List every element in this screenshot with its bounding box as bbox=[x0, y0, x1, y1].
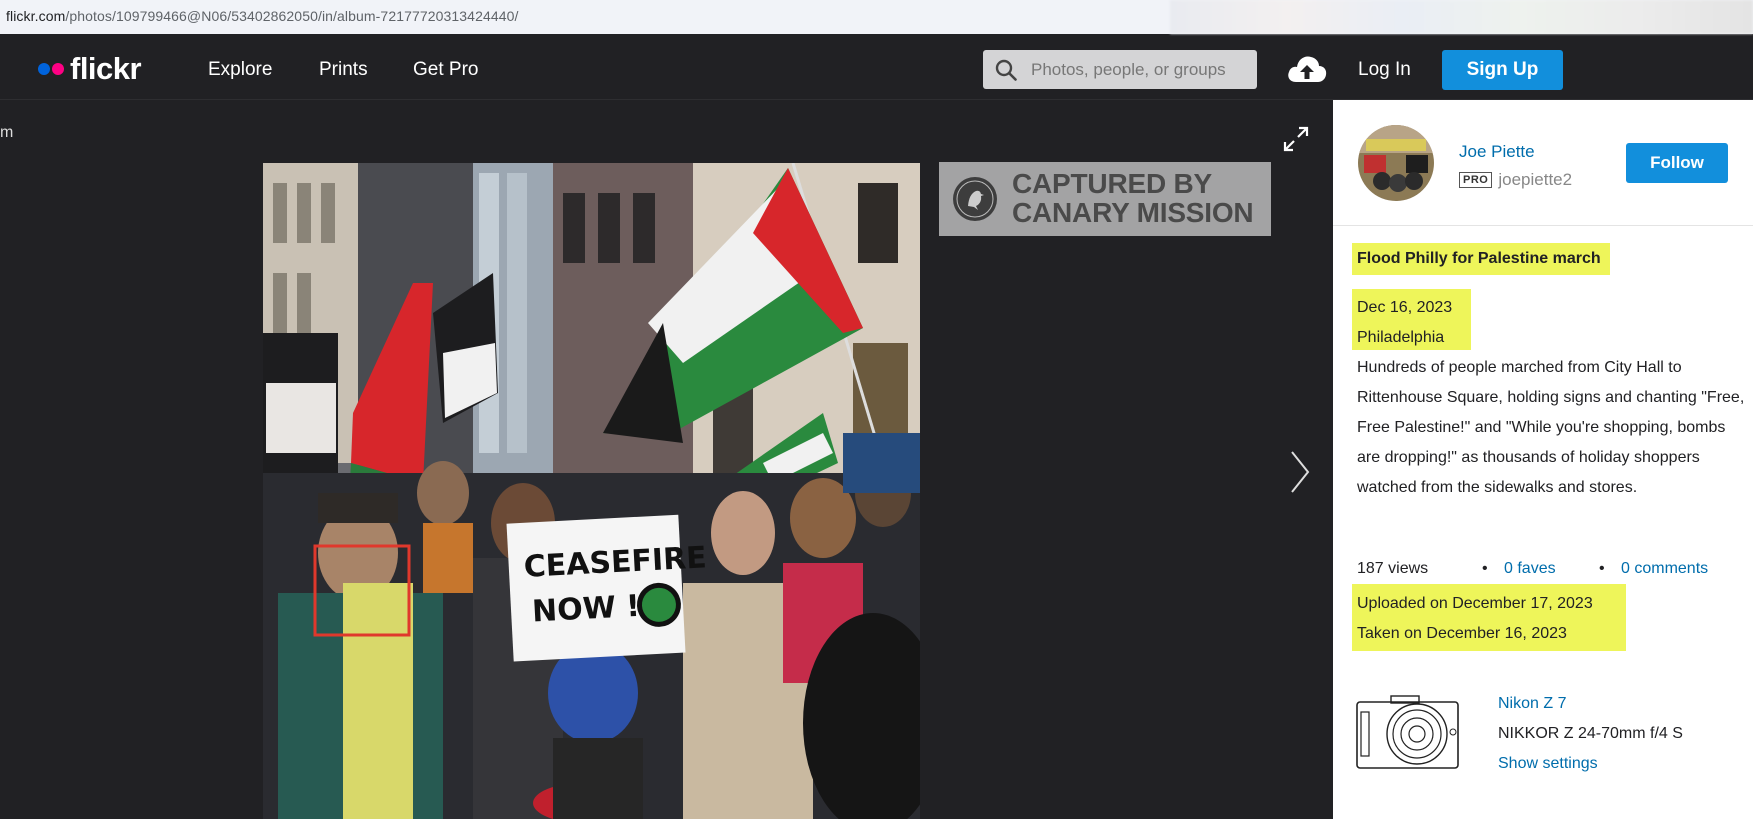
watermark-line2: CANARY MISSION bbox=[1012, 197, 1254, 228]
watermark-line1: CAPTURED BY bbox=[1012, 168, 1213, 199]
stats-bullet: • bbox=[1482, 560, 1488, 577]
logo-pink-dot bbox=[52, 63, 64, 75]
camera-model-link[interactable]: Nikon Z 7 bbox=[1498, 695, 1566, 713]
blurred-browser-extensions bbox=[1170, 0, 1753, 34]
url-text[interactable]: flickr.com/photos/109799466@N06/53402862… bbox=[6, 8, 519, 24]
taken-date: Taken on December 16, 2023 bbox=[1357, 625, 1567, 642]
camera-icon bbox=[1356, 695, 1459, 769]
photo-viewer: m CEASEFIRE NOW ! CAPTURED BY CANARY MIS… bbox=[0, 100, 1333, 819]
url-path: /photos/109799466@N06/53402862050/in/alb… bbox=[65, 8, 519, 24]
author-name-link[interactable]: Joe Piette bbox=[1459, 142, 1535, 162]
comments-link[interactable]: 0 comments bbox=[1621, 560, 1708, 578]
photo-date: Dec 16, 2023 bbox=[1357, 299, 1453, 316]
uploaded-date: Uploaded on December 17, 2023 bbox=[1357, 595, 1593, 612]
next-arrow-icon[interactable] bbox=[1288, 448, 1312, 496]
info-panel: Joe Piette PRO joepiette2 Follow Flood P… bbox=[1333, 100, 1753, 819]
logo-blue-dot bbox=[38, 63, 50, 75]
sign-text-line2: NOW ! bbox=[531, 589, 641, 630]
nav-explore[interactable]: Explore bbox=[208, 59, 272, 81]
back-link-fragment[interactable]: m bbox=[0, 124, 13, 142]
main-photo[interactable]: CEASEFIRE NOW ! bbox=[263, 163, 920, 819]
logo-wordmark: flickr bbox=[70, 51, 142, 86]
lens-model: NIKKOR Z 24-70mm f/4 S bbox=[1498, 725, 1683, 742]
nav-prints[interactable]: Prints bbox=[319, 59, 368, 81]
author-pro-row: PRO joepiette2 bbox=[1459, 170, 1572, 190]
avatar-image bbox=[1358, 125, 1434, 201]
views-count: 187 views bbox=[1357, 560, 1429, 577]
photo-dates: Uploaded on December 17, 2023 Taken on D… bbox=[1357, 589, 1593, 649]
search-icon[interactable] bbox=[995, 59, 1017, 81]
photo-description-block: Dec 16, 2023 Philadelphia Hundreds of pe… bbox=[1357, 293, 1747, 503]
watermark-text: CAPTURED BY CANARY MISSION bbox=[1012, 168, 1254, 228]
signup-button[interactable]: Sign Up bbox=[1442, 50, 1563, 90]
login-link[interactable]: Log In bbox=[1358, 59, 1411, 81]
stats-bullet: • bbox=[1599, 560, 1605, 577]
nav-get-pro[interactable]: Get Pro bbox=[413, 59, 478, 81]
panel-divider bbox=[1333, 225, 1753, 226]
url-domain: flickr.com bbox=[6, 8, 66, 24]
watermark-overlay: CAPTURED BY CANARY MISSION bbox=[939, 162, 1271, 236]
author-username: joepiette2 bbox=[1498, 170, 1573, 189]
search-input[interactable] bbox=[1031, 50, 1251, 89]
pro-badge: PRO bbox=[1459, 172, 1493, 188]
protest-photo-illustration: CEASEFIRE NOW ! bbox=[263, 163, 920, 819]
browser-url-bar[interactable]: flickr.com/photos/109799466@N06/53402862… bbox=[0, 0, 1753, 34]
faves-link[interactable]: 0 faves bbox=[1504, 560, 1556, 578]
follow-button[interactable]: Follow bbox=[1626, 143, 1728, 183]
photo-title: Flood Philly for Palestine march bbox=[1352, 243, 1610, 275]
upload-cloud-icon[interactable] bbox=[1286, 52, 1328, 86]
top-navbar: flickr Explore Prints Get Pro Log In Sig… bbox=[0, 39, 1753, 100]
photo-description: Hundreds of people marched from City Hal… bbox=[1357, 359, 1745, 496]
avatar[interactable] bbox=[1358, 125, 1434, 201]
photo-place: Philadelphia bbox=[1357, 329, 1445, 346]
canary-seal-icon bbox=[953, 177, 997, 221]
show-settings-link[interactable]: Show settings bbox=[1498, 755, 1598, 773]
photo-stats: 187 views • 0 faves • 0 comments bbox=[1357, 560, 1737, 580]
flickr-logo[interactable]: flickr bbox=[38, 51, 142, 86]
search-box[interactable] bbox=[983, 50, 1257, 89]
expand-icon[interactable] bbox=[1282, 125, 1310, 153]
